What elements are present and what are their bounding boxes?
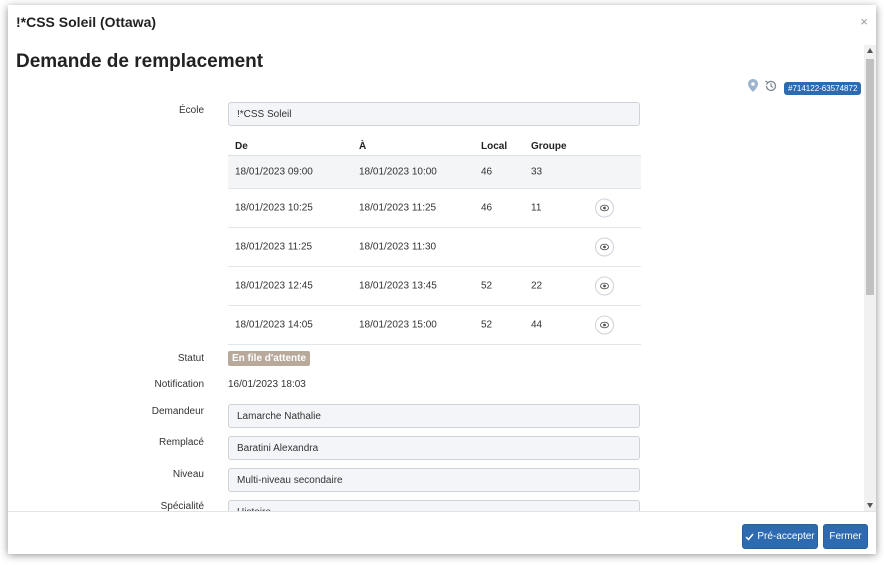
top-icons: #714122-63574872 [748,79,862,98]
cell-a: 18/01/2023 10:00 [359,166,437,178]
table-header: De À Local Groupe [228,137,641,156]
check-icon [745,533,754,541]
preaccept-label: Pré-accepter [757,531,815,542]
cell-groupe: 44 [531,319,543,331]
scroll-down-icon[interactable] [867,503,873,508]
cell-de: 18/01/2023 10:25 [235,202,313,214]
modal-body[interactable]: Demande de remplacement #714122-63574872… [8,45,864,511]
cell-local: 52 [481,319,493,331]
eye-icon[interactable] [595,237,614,257]
close-icon[interactable]: × [860,14,868,29]
cell-a: 18/01/2023 15:00 [359,319,437,331]
cell-groupe: 11 [531,202,542,214]
remplace-label: Remplacé [158,437,204,448]
window-title: !*CSS Soleil (Ottawa) [16,14,157,30]
request-id-badge: #714122-63574872 [784,81,862,95]
table-row: 18/01/2023 12:45 18/01/2023 13:45 52 22 [228,267,641,306]
demandeur-label: Demandeur [151,406,204,417]
preaccept-button[interactable]: Pré-accepter [742,524,818,549]
table-row: 18/01/2023 10:25 18/01/2023 11:25 46 11 [228,189,641,228]
cell-local: 46 [481,166,493,178]
scroll-thumb[interactable] [866,59,874,295]
eye-icon[interactable] [595,198,614,218]
modal-dialog: !*CSS Soleil (Ottawa) × Demande de rempl… [8,5,876,554]
remplace-field[interactable]: Baratini Alexandra [228,436,640,460]
cell-groupe: 33 [531,166,543,178]
notification-label: Notification [154,379,204,390]
notification-value: 16/01/2023 18:03 [228,379,306,390]
eye-icon[interactable] [595,276,614,296]
close-button[interactable]: Fermer [823,524,868,549]
header-groupe: Groupe [531,141,567,152]
cell-groupe: 22 [531,280,543,292]
cell-a: 18/01/2023 13:45 [359,280,437,292]
schedule-table: De À Local Groupe 18/01/2023 09:00 18/01… [228,137,641,345]
modal-footer: Pré-accepter Fermer [8,511,876,554]
ecole-field[interactable]: !*CSS Soleil [228,102,640,126]
demandeur-field[interactable]: Lamarche Nathalie [228,404,640,428]
niveau-field[interactable]: Multi-niveau secondaire [228,468,640,492]
eye-icon[interactable] [595,315,614,335]
cell-a: 18/01/2023 11:25 [359,202,437,214]
cell-a: 18/01/2023 11:30 [359,241,437,253]
status-badge: En file d'attente [228,351,311,366]
cell-de: 18/01/2023 11:25 [235,241,313,253]
specialite-label: Spécialité [160,501,204,511]
statut-label: Statut [177,353,204,364]
cell-de: 18/01/2023 14:05 [235,319,313,331]
scrollbar[interactable] [864,45,876,511]
map-pin-icon[interactable] [748,79,758,97]
table-row: 18/01/2023 11:25 18/01/2023 11:30 [228,228,641,267]
page-title: Demande de remplacement [16,51,264,72]
table-row: 18/01/2023 09:00 18/01/2023 10:00 46 33 [228,156,641,189]
history-icon[interactable] [764,79,778,98]
specialite-field[interactable]: Histoire [228,500,640,511]
cell-de: 18/01/2023 09:00 [235,166,313,178]
header-local: Local [481,141,508,152]
scroll-up-icon[interactable] [867,48,873,53]
cell-local: 46 [481,202,493,214]
niveau-label: Niveau [172,469,204,480]
cell-de: 18/01/2023 12:45 [235,280,313,292]
ecole-label: École [178,105,204,116]
table-row: 18/01/2023 14:05 18/01/2023 15:00 52 44 [228,306,641,345]
header-a: À [359,141,367,152]
header-de: De [235,141,248,152]
cell-local: 52 [481,280,493,292]
